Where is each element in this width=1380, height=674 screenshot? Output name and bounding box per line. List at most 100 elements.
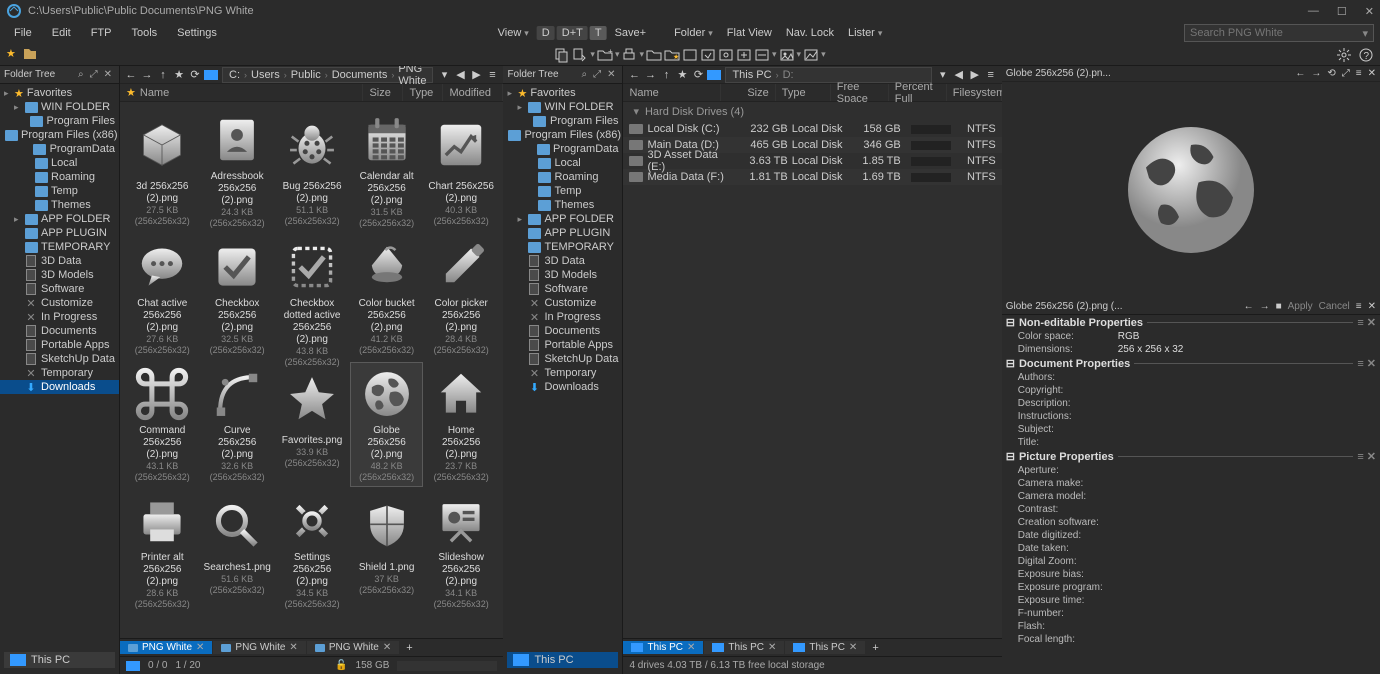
col-name[interactable]: ★ Name: [120, 84, 363, 101]
tree1-thispc[interactable]: This PC: [4, 652, 115, 668]
col2-free[interactable]: Free Space: [831, 84, 889, 101]
file-item[interactable]: Home 256x256 (2).png23.7 KB (256x256x32): [425, 362, 498, 487]
file-item[interactable]: Shield 1.png37 KB (256x256x32): [350, 489, 423, 614]
tree-item[interactable]: Themes: [503, 198, 622, 212]
props-mark[interactable]: ■: [1276, 301, 1282, 312]
file-item[interactable]: Slideshow 256x256 (2).png34.1 KB (256x25…: [425, 489, 498, 614]
nav2-fwd[interactable]: →: [643, 68, 657, 82]
props-apply[interactable]: Apply: [1288, 301, 1313, 312]
search-box[interactable]: ▾: [1184, 24, 1374, 42]
tree-item[interactable]: ✕Temporary: [0, 366, 119, 380]
tree-item[interactable]: ✕Temporary: [503, 366, 622, 380]
nav-lock[interactable]: Nav. Lock: [780, 25, 840, 41]
file-item[interactable]: Printer alt 256x256 (2).png28.6 KB (256x…: [126, 489, 199, 614]
copy-icon[interactable]: [554, 47, 570, 63]
tab-add[interactable]: +: [866, 642, 884, 654]
tree-item[interactable]: Program Files: [503, 114, 622, 128]
drive-row[interactable]: Local Disk (C:)232 GBLocal Disk158 GBNTF…: [623, 121, 1001, 137]
file-item[interactable]: Globe 256x256 (2).png48.2 KB (256x256x32…: [350, 362, 423, 487]
pv-close[interactable]: ✕: [1368, 68, 1376, 79]
col-type[interactable]: Type: [403, 84, 443, 101]
layout-dt[interactable]: D+T: [557, 26, 588, 40]
tree-item[interactable]: TEMPORARY: [0, 240, 119, 254]
menu-settings[interactable]: Settings: [169, 25, 225, 41]
tab[interactable]: PNG White✕: [307, 641, 399, 654]
tab[interactable]: PNG White✕: [213, 641, 305, 654]
tree-item[interactable]: 3D Data: [0, 254, 119, 268]
tree2-lock-icon[interactable]: ⤢: [590, 69, 604, 80]
save-plus[interactable]: Save+: [609, 25, 653, 41]
tree-item[interactable]: Program Files: [0, 114, 119, 128]
nav2-next-tab[interactable]: ▶: [968, 68, 982, 82]
view-dropdown[interactable]: View ▾: [492, 25, 535, 41]
move-icon[interactable]: [572, 47, 588, 63]
file-item[interactable]: Curve 256x256 (2).png32.6 KB (256x256x32…: [201, 362, 274, 487]
file-item[interactable]: Adressbook 256x256 (2).png24.3 KB (256x2…: [201, 108, 274, 233]
col2-size[interactable]: Size: [721, 84, 776, 101]
flat-view[interactable]: Flat View: [721, 25, 778, 41]
tree2-thispc[interactable]: This PC: [507, 652, 618, 668]
maximize-button[interactable]: ☐: [1337, 5, 1347, 18]
nav-back[interactable]: ←: [124, 68, 138, 82]
tree-item[interactable]: Themes: [0, 198, 119, 212]
tool-icon-2[interactable]: [700, 47, 716, 63]
nav2-up[interactable]: ↑: [659, 68, 673, 82]
prop-section[interactable]: ⊟Picture Properties≡ ✕: [1002, 449, 1380, 464]
tree-item[interactable]: ▸WIN FOLDER: [0, 100, 119, 114]
menu-ftp[interactable]: FTP: [83, 25, 120, 41]
tree2-close-icon[interactable]: ✕: [604, 69, 618, 80]
tool-icon-5[interactable]: [754, 47, 770, 63]
nav2-pc-icon[interactable]: [707, 68, 721, 82]
nav-up[interactable]: ↑: [156, 68, 170, 82]
tree-item[interactable]: 3D Data: [503, 254, 622, 268]
tree-item[interactable]: ProgramData: [503, 142, 622, 156]
tree-item[interactable]: ▸APP FOLDER: [503, 212, 622, 226]
file-item[interactable]: Chat active 256x256 (2).png27.6 KB (256x…: [126, 235, 199, 360]
file-item[interactable]: Bug 256x256 (2).png51.1 KB (256x256x32): [276, 108, 349, 233]
file-item[interactable]: Chart 256x256 (2).png40.3 KB (256x256x32…: [425, 108, 498, 233]
nav-menu[interactable]: ≡: [485, 68, 499, 82]
drive-section[interactable]: ▾ Hard Disk Drives (4): [623, 102, 1001, 121]
nav-pc-icon[interactable]: [204, 68, 218, 82]
tree2-search-icon[interactable]: ⌕: [578, 69, 590, 80]
nav-drop[interactable]: ▾: [437, 68, 451, 82]
tree1-close-icon[interactable]: ✕: [101, 69, 115, 80]
tab[interactable]: PNG White✕: [120, 641, 212, 654]
file-item[interactable]: Checkbox 256x256 (2).png32.5 KB (256x256…: [201, 235, 274, 360]
image2-tool-icon[interactable]: [803, 47, 819, 63]
tree1-search-icon[interactable]: ⌕: [75, 69, 87, 80]
tree-item[interactable]: ✕In Progress: [503, 310, 622, 324]
breadcrumb-1[interactable]: C:›Users›Public›Documents›PNG White: [222, 67, 433, 83]
minimize-button[interactable]: —: [1308, 5, 1319, 18]
tab-add[interactable]: +: [400, 642, 418, 654]
tree-item[interactable]: Documents: [503, 324, 622, 338]
nav2-drop[interactable]: ▾: [936, 68, 950, 82]
pv-full[interactable]: ⤢: [1342, 68, 1350, 79]
pv-rot[interactable]: ⟲: [1327, 68, 1335, 79]
favorite-icon[interactable]: ★: [6, 47, 16, 63]
props-cancel[interactable]: Cancel: [1319, 301, 1350, 312]
fav-tool-icon[interactable]: ★: [664, 47, 680, 63]
col2-fs[interactable]: Filesystem: [947, 84, 1002, 101]
tree-item[interactable]: ⬇Downloads: [0, 380, 119, 394]
col2-pct[interactable]: Percent Full: [889, 84, 947, 101]
nav-fwd[interactable]: →: [140, 68, 154, 82]
tree-item[interactable]: Documents: [0, 324, 119, 338]
col-modified[interactable]: Modified: [443, 84, 503, 101]
menu-file[interactable]: File: [6, 25, 40, 41]
prop-section[interactable]: ⊟Document Properties≡ ✕: [1002, 356, 1380, 371]
file-item[interactable]: Favorites.png33.9 KB (256x256x32): [276, 362, 349, 487]
tree-item[interactable]: SketchUp Data: [503, 352, 622, 366]
tool-icon-1[interactable]: [682, 47, 698, 63]
tool-icon-4[interactable]: [736, 47, 752, 63]
layout-t[interactable]: T: [590, 26, 607, 40]
tree-item[interactable]: TEMPORARY: [503, 240, 622, 254]
tree-item[interactable]: Roaming: [0, 170, 119, 184]
lister-dropdown[interactable]: Lister ▾: [842, 25, 888, 41]
menu-edit[interactable]: Edit: [44, 25, 79, 41]
tree-item[interactable]: APP PLUGIN: [503, 226, 622, 240]
print-icon[interactable]: [621, 47, 637, 63]
col-size[interactable]: Size: [363, 84, 403, 101]
menu-tools[interactable]: Tools: [123, 25, 165, 41]
drive-row[interactable]: 3D Asset Data (E:)3.63 TBLocal Disk1.85 …: [623, 153, 1001, 169]
